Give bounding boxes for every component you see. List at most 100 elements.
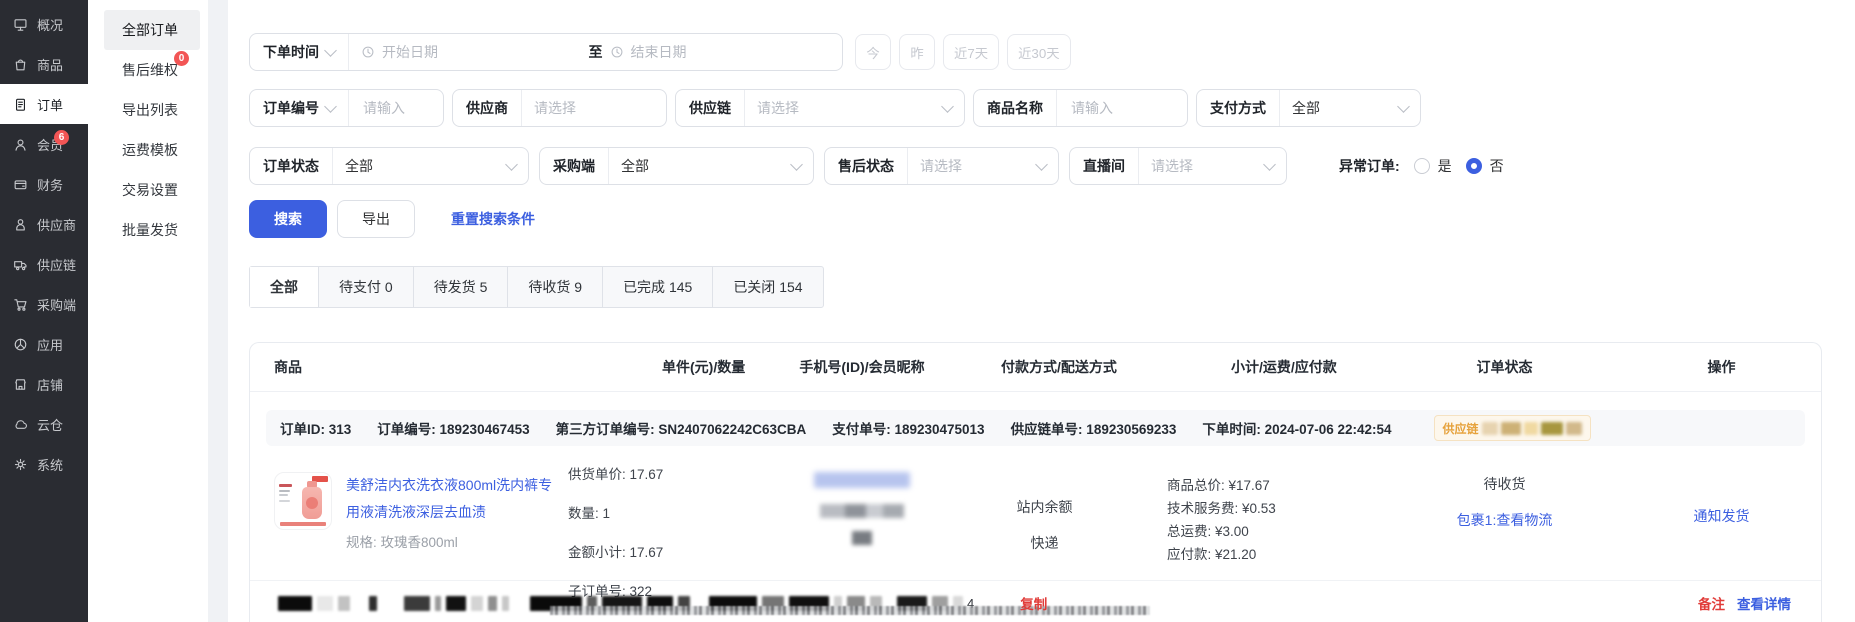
supply-chain-number: 供应链单号: 189230569233 xyxy=(1011,418,1177,438)
col-header-order-status: 订单状态 xyxy=(1387,357,1622,377)
order-status-filter-label: 订单状态 xyxy=(263,156,319,176)
supplier-select[interactable]: 请选择 xyxy=(521,90,666,126)
freight-total: 总运费: ¥3.00 xyxy=(1167,520,1387,543)
end-date-input[interactable]: 结束日期 xyxy=(631,42,687,62)
sidebar-item-system[interactable]: 系统 xyxy=(0,444,88,484)
filter-row-time: 下单时间 开始日期 至 结束日期 今 昨 近7天 近30天 xyxy=(249,33,1822,71)
order-status-tabs: 全部 待支付 0 待发货 5 待收货 9 已完成 145 已关闭 154 xyxy=(249,266,824,308)
radio-unchecked-icon xyxy=(1414,158,1430,174)
quantity: 数量: 1 xyxy=(568,502,772,522)
tab-completed[interactable]: 已完成 145 xyxy=(603,267,713,307)
tab-closed[interactable]: 已关闭 154 xyxy=(713,267,822,307)
after-sale-badge: 0 xyxy=(174,51,189,66)
filter-actions: 搜索 导出 重置搜索条件 xyxy=(249,200,1822,238)
sidebar-item-shop[interactable]: 店铺 xyxy=(0,364,88,404)
submenu-item-freight-template[interactable]: 运费模板 xyxy=(104,130,200,170)
export-button[interactable]: 导出 xyxy=(337,200,415,238)
chevron-down-icon xyxy=(505,158,518,171)
order-no-type-select[interactable]: 订单编号 xyxy=(250,90,348,126)
quick-range-today-button[interactable]: 今 xyxy=(855,34,891,70)
tab-pending-shipment[interactable]: 待发货 5 xyxy=(414,267,509,307)
product-image[interactable] xyxy=(274,472,332,530)
abnormal-order-label: 异常订单: xyxy=(1339,156,1400,176)
sidebar-item-supplier[interactable]: 供应商 xyxy=(0,204,88,244)
reset-search-link[interactable]: 重置搜索条件 xyxy=(451,209,535,229)
order-status-select[interactable]: 全部 xyxy=(332,148,528,184)
product-name-input[interactable] xyxy=(1069,99,1175,117)
copy-link[interactable]: 复制 xyxy=(1020,593,1047,613)
search-button[interactable]: 搜索 xyxy=(249,200,327,238)
sidebar-item-goods[interactable]: 商品 xyxy=(0,44,88,84)
supplier-filter-label: 供应商 xyxy=(466,98,508,118)
notify-ship-link[interactable]: 通知发货 xyxy=(1694,506,1750,526)
sidebar-item-finance[interactable]: 财务 xyxy=(0,164,88,204)
redacted-address-line2 xyxy=(550,606,1150,615)
table-header-row: 商品 单件(元)/数量 手机号(ID)/会员昵称 付款方式/配送方式 小计/运费… xyxy=(250,343,1821,392)
product-title-link[interactable]: 美舒洁内衣洗衣液800ml洗内裤专用液清洗液深层去血渍 xyxy=(346,472,564,526)
payment-number: 支付单号: 189230475013 xyxy=(832,418,984,438)
start-date-input[interactable]: 开始日期 xyxy=(382,42,438,62)
payment-method-filter-label: 支付方式 xyxy=(1210,98,1266,118)
live-room-select[interactable]: 请选择 xyxy=(1138,148,1286,184)
sidebar-item-members[interactable]: 会员 6 xyxy=(0,124,88,164)
sidebar-item-overview[interactable]: 概况 xyxy=(0,4,88,44)
submenu-item-trade-settings[interactable]: 交易设置 xyxy=(104,170,200,210)
sidebar-item-cloud-warehouse[interactable]: 云仓 xyxy=(0,404,88,444)
sidebar-item-procurement[interactable]: 采购端 xyxy=(0,284,88,324)
tab-pending-payment[interactable]: 待支付 0 xyxy=(319,267,414,307)
live-room-filter-label: 直播间 xyxy=(1083,156,1125,176)
abnormal-yes-radio[interactable]: 是 xyxy=(1414,156,1452,176)
date-range-to-label: 至 xyxy=(589,42,603,62)
sidebar-item-label: 商品 xyxy=(37,55,63,74)
sidebar-item-label: 系统 xyxy=(37,455,63,474)
sidebar-item-apps[interactable]: 应用 xyxy=(0,324,88,364)
redacted-member-info xyxy=(852,531,872,545)
quick-range-yesterday-button[interactable]: 昨 xyxy=(899,34,935,70)
members-user-icon xyxy=(13,137,28,152)
sidebar-item-label: 供应商 xyxy=(37,215,76,234)
amount-subtotal: 金额小计: 17.67 xyxy=(568,541,772,561)
apps-icon xyxy=(13,337,28,352)
product-name-filter: 商品名称 xyxy=(973,89,1188,127)
supplier-filter: 供应商 请选择 xyxy=(452,89,667,127)
supply-chain-select[interactable]: 请选择 xyxy=(744,90,964,126)
payment-method: 站内余额 xyxy=(1017,497,1073,517)
col-header-member: 手机号(ID)/会员昵称 xyxy=(772,357,952,377)
chevron-down-icon xyxy=(1397,100,1410,113)
note-link[interactable]: 备注 xyxy=(1698,593,1725,613)
submenu-item-all-orders[interactable]: 全部订单 xyxy=(104,10,200,50)
delivery-method: 快递 xyxy=(1031,533,1059,553)
layout-divider xyxy=(208,0,228,622)
date-range-picker[interactable]: 开始日期 至 结束日期 xyxy=(348,34,842,70)
member-cell xyxy=(772,446,952,600)
chevron-down-icon xyxy=(324,100,337,113)
redacted-member-id xyxy=(814,472,910,488)
tab-pending-receipt[interactable]: 待收货 9 xyxy=(508,267,603,307)
quick-range-7days-button[interactable]: 近7天 xyxy=(943,34,999,70)
procurement-cart-icon xyxy=(13,297,28,312)
submenu-item-batch-ship[interactable]: 批量发货 xyxy=(104,210,200,250)
supply-chain-filter-label: 供应链 xyxy=(689,98,731,118)
supply-chain-filter: 供应链 请选择 xyxy=(675,89,965,127)
procurement-side-select[interactable]: 全部 xyxy=(608,148,813,184)
order-no-input[interactable] xyxy=(361,99,431,117)
submenu-item-after-sale[interactable]: 售后维权0 xyxy=(104,50,200,90)
time-type-select[interactable]: 下单时间 xyxy=(250,34,348,70)
quick-range-30days-button[interactable]: 近30天 xyxy=(1007,34,1070,70)
submenu-item-export-list[interactable]: 导出列表 xyxy=(104,90,200,130)
abnormal-no-radio[interactable]: 否 xyxy=(1466,156,1504,176)
chevron-down-icon xyxy=(324,44,337,57)
payment-method-select[interactable]: 全部 xyxy=(1279,90,1420,126)
sidebar-item-orders[interactable]: 订单 xyxy=(0,84,88,124)
sidebar-item-supply-chain[interactable]: 供应链 xyxy=(0,244,88,284)
cloud-warehouse-icon xyxy=(13,417,28,432)
supply-chain-truck-icon xyxy=(13,257,28,272)
view-detail-link[interactable]: 查看详情 xyxy=(1737,593,1791,613)
order-number: 订单编号: 189230467453 xyxy=(377,418,529,438)
tab-all[interactable]: 全部 xyxy=(250,267,319,307)
package-logistics-link[interactable]: 包裹1:查看物流 xyxy=(1456,507,1554,533)
supplier-person-icon xyxy=(13,217,28,232)
after-sale-status-filter-label: 售后状态 xyxy=(838,156,894,176)
after-sale-status-select[interactable]: 请选择 xyxy=(907,148,1058,184)
goods-total: 商品总价: ¥17.67 xyxy=(1167,474,1387,497)
